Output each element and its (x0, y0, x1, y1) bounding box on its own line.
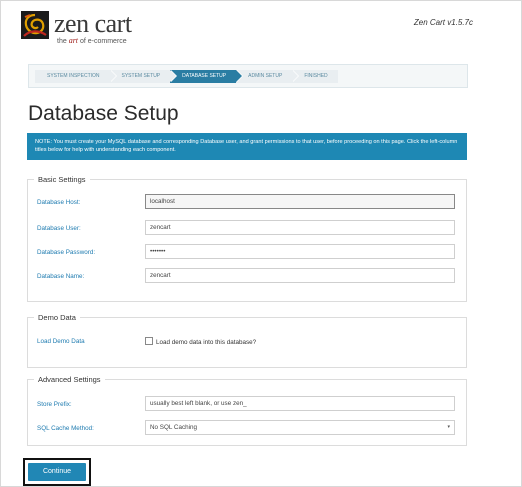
logo-tag-prefix: the (57, 38, 67, 45)
db-host-input[interactable]: localhost (145, 194, 455, 209)
load-demo-data-label[interactable]: Load Demo Data (37, 338, 85, 345)
db-name-label[interactable]: Database Name: (37, 273, 84, 280)
install-progress-bar: System Inspection System Setup Database Se… (28, 64, 468, 88)
db-user-input[interactable]: zencart (145, 220, 455, 235)
basic-settings-legend: Basic Settings (34, 175, 90, 184)
store-prefix-input[interactable]: usually best left blank, or use zen_ (145, 396, 455, 411)
demo-data-legend: Demo Data (34, 313, 80, 322)
select-arrow-icon: ▾ (447, 424, 450, 430)
logo-tagline: the art of e-commerce (57, 36, 127, 45)
progress-step-database-setup: Database Setup (170, 70, 244, 83)
zen-cart-logo-icon (21, 11, 49, 39)
db-password-label[interactable]: Database Password: (37, 249, 95, 256)
demo-data-checkbox-group[interactable]: Load demo data into this database? (145, 337, 256, 346)
sql-cache-select[interactable]: No SQL Caching ▾ (145, 420, 455, 435)
logo-tag-suffix: of e-commerce (79, 38, 127, 45)
db-host-row: Database Host: localhost (28, 194, 466, 211)
db-host-label[interactable]: Database Host: (37, 199, 80, 206)
demo-data-checkbox-text[interactable]: Load demo data into this database? (156, 339, 256, 346)
demo-data-checkbox[interactable] (145, 337, 153, 345)
db-name-row: Database Name: zencart (28, 268, 466, 285)
version-label: Zen Cart v1.5.7c (413, 18, 473, 27)
progress-step-admin-setup: Admin Setup (236, 70, 300, 83)
db-user-row: Database User: zencart (28, 220, 466, 237)
store-prefix-label[interactable]: Store Prefix: (37, 401, 72, 408)
demo-data-row: Load Demo Data Load demo data into this … (28, 333, 466, 350)
zen-cart-logo: zen cart the art of e-commerce (21, 11, 151, 45)
progress-step-system-setup: System Setup (109, 70, 177, 83)
installer-page: zen cart the art of e-commerce Zen Cart … (0, 0, 522, 487)
logo-tag-art: art (68, 36, 79, 45)
demo-data-fieldset: Demo Data Load Demo Data Load demo data … (27, 313, 467, 368)
db-password-input[interactable]: ••••••• (145, 244, 455, 259)
sql-cache-label[interactable]: SQL Cache Method: (37, 425, 94, 432)
progress-steps: System Inspection System Setup Database Se… (35, 70, 338, 83)
progress-step-system-inspection: System Inspection (35, 70, 116, 83)
advanced-settings-legend: Advanced Settings (34, 375, 105, 384)
store-prefix-row: Store Prefix: usually best left blank, o… (28, 396, 466, 413)
sql-cache-selected-value: No SQL Caching (150, 424, 198, 431)
logo-wordmark: zen cart (54, 9, 132, 38)
db-name-input[interactable]: zencart (145, 268, 455, 283)
db-password-row: Database Password: ••••••• (28, 244, 466, 261)
notice-banner: NOTE: You must create your MySQL databas… (27, 133, 467, 160)
page-title: Database Setup (28, 102, 179, 125)
continue-highlight-frame: Continue (23, 458, 91, 486)
db-user-label[interactable]: Database User: (37, 225, 81, 232)
basic-settings-fieldset: Basic Settings Database Host: localhost … (27, 175, 467, 302)
sql-cache-row: SQL Cache Method: No SQL Caching ▾ (28, 420, 466, 437)
advanced-settings-fieldset: Advanced Settings Store Prefix: usually … (27, 375, 467, 446)
continue-button[interactable]: Continue (28, 463, 86, 481)
